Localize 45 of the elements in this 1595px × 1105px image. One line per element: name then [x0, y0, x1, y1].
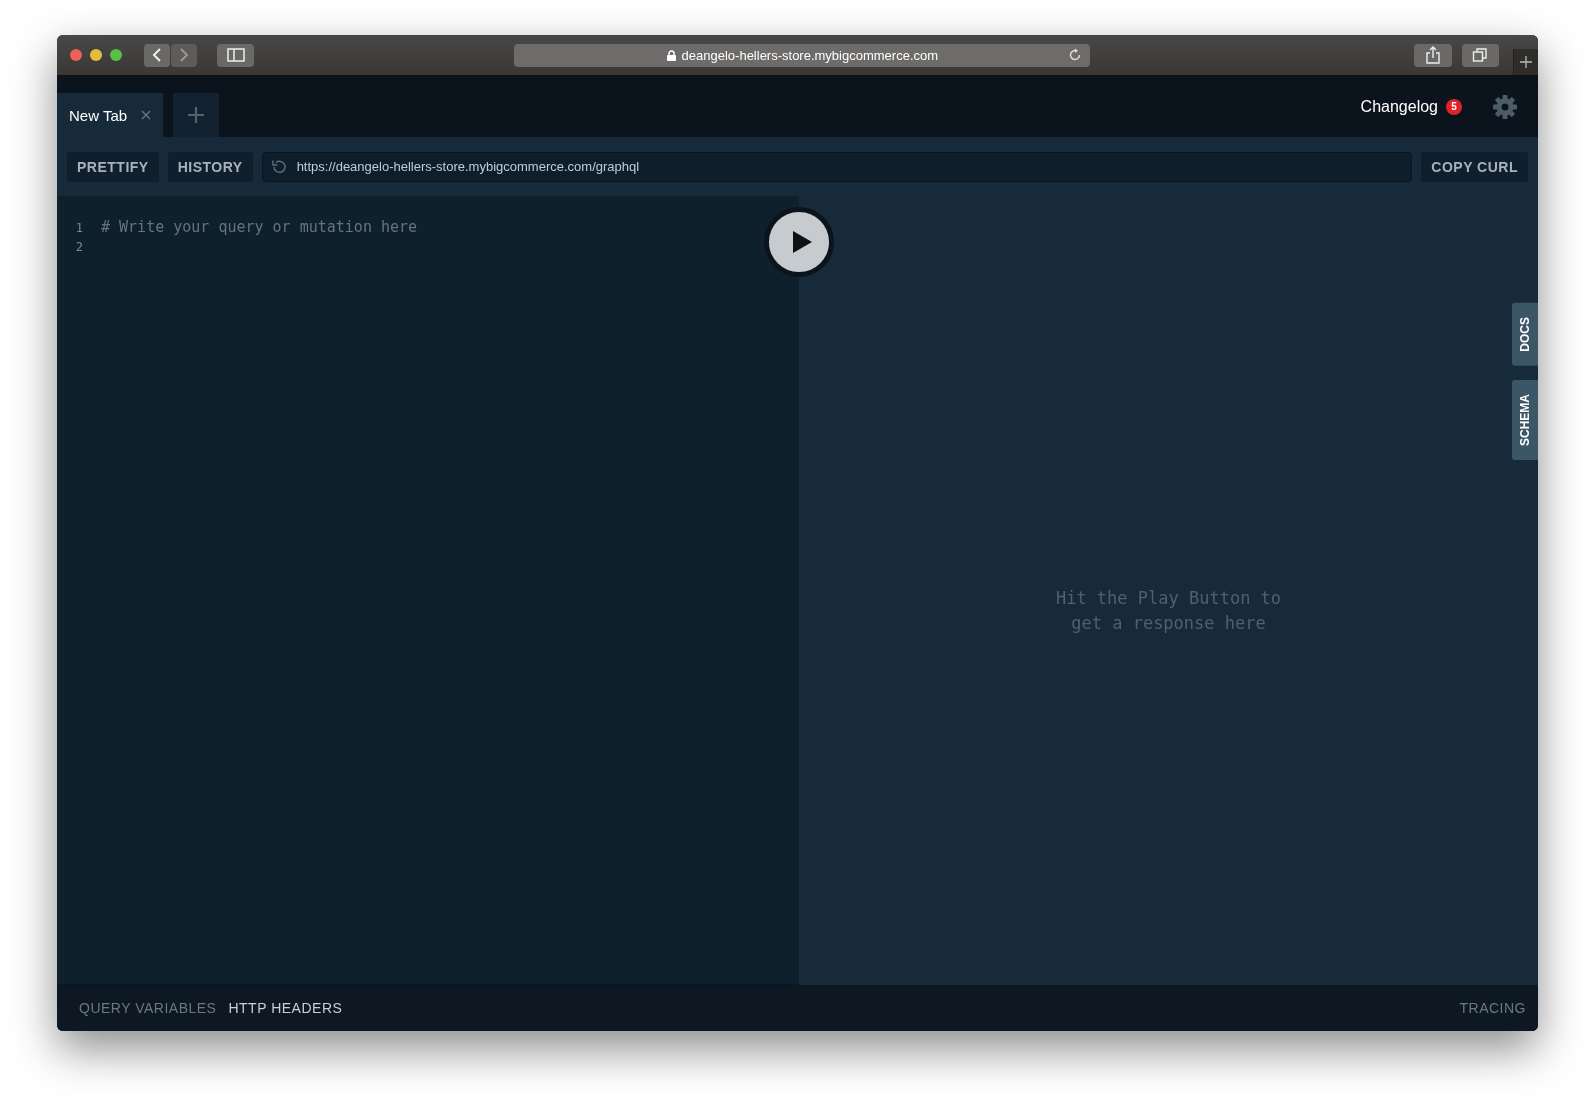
sidebar-icon [226, 48, 245, 62]
chevron-right-icon [179, 47, 189, 63]
chevron-left-icon [152, 47, 162, 63]
plus-icon [1520, 56, 1532, 68]
tracing-tab[interactable]: TRACING [1459, 1000, 1526, 1016]
tabs-overview-button[interactable] [1461, 43, 1500, 67]
line-number: 2 [74, 240, 83, 254]
line-number: 1 [74, 221, 83, 235]
address-bar[interactable]: deangelo-hellers-store.mybigcommerce.com [514, 43, 1091, 67]
tab-label: New Tab [69, 106, 128, 124]
share-icon [1426, 46, 1440, 64]
side-tab[interactable]: DOCS [1512, 303, 1538, 366]
plus-icon [187, 106, 206, 124]
close-window-icon[interactable] [70, 49, 82, 61]
settings-icon[interactable] [1492, 93, 1518, 120]
tabs-icon [1472, 47, 1489, 63]
toolbar-button[interactable]: PRETTIFY [67, 151, 159, 182]
endpoint-url: https://deangelo-hellers-store.mybigcommerce.com/graphql [296, 159, 640, 174]
code-comment: # Write your query or mutation here [101, 218, 418, 236]
toolbar-button[interactable]: HISTORY [167, 151, 253, 182]
changelog-link[interactable]: Changelog [1360, 97, 1438, 116]
bottom-tab[interactable]: QUERY VARIABLES [79, 1000, 217, 1016]
lock-icon [666, 49, 676, 61]
play-icon [790, 230, 813, 254]
changelog-count-badge: 5 [1446, 98, 1462, 115]
address-text: deangelo-hellers-store.mybigcommerce.com [681, 47, 939, 63]
zoom-window-icon[interactable] [110, 49, 122, 61]
copy-curl-button[interactable]: COPY CURL [1421, 151, 1528, 182]
reload-icon[interactable] [1068, 47, 1083, 62]
new-tab-button[interactable] [1513, 49, 1538, 75]
side-tab[interactable]: SCHEMA [1512, 379, 1538, 460]
result-hint: Hit the Play Button to [1055, 588, 1282, 608]
back-button[interactable] [144, 43, 170, 67]
share-button[interactable] [1414, 43, 1452, 67]
session-tab[interactable]: New Tab [57, 93, 164, 137]
forward-button[interactable] [171, 43, 197, 67]
close-icon[interactable] [141, 110, 152, 120]
query-editor[interactable]: 1 # Write your query or mutation here 2 [57, 196, 799, 985]
minimize-window-icon[interactable] [90, 49, 102, 61]
add-tab-button[interactable] [173, 93, 220, 137]
refresh-icon[interactable] [270, 158, 287, 175]
endpoint-field[interactable]: https://deangelo-hellers-store.mybigcommerce.com/graphql [261, 151, 1413, 182]
result-hint: get a response here [1071, 613, 1266, 633]
sidebar-button[interactable] [217, 43, 255, 67]
bottom-tab[interactable]: HTTP HEADERS [228, 1000, 343, 1016]
